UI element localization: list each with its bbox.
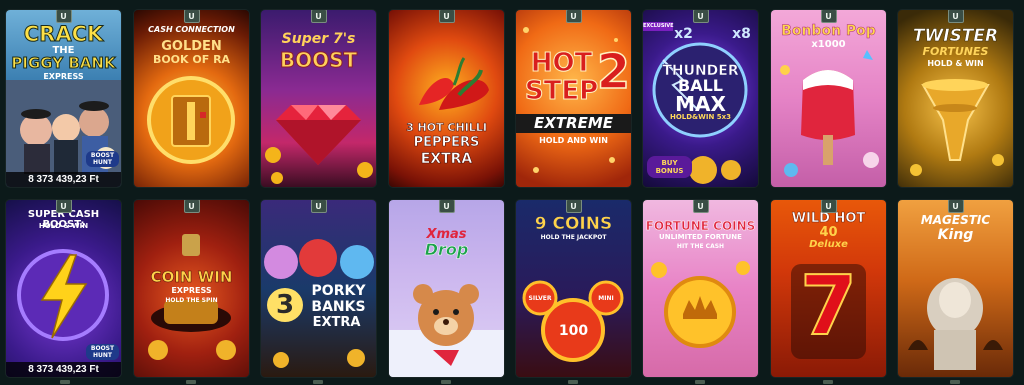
game-title-line3: MAX — [675, 92, 726, 116]
game-tile-wild-hot-40-deluxe[interactable]: U WILD HOT 40 Deluxe 7 — [771, 200, 886, 377]
game-title-line4: HOLD&WIN 5x3 — [669, 113, 732, 121]
game-tile-golden-book-of-ra[interactable]: U CASH CONNECTION GOLDEN BOOK OF RA — [134, 10, 249, 187]
game-title-line2: HOLD & WIN — [38, 222, 89, 230]
provider-badge: U — [692, 200, 709, 213]
game-title-line1: WILD HOT — [791, 211, 866, 226]
game-title-line1: 3 HOT CHILLI — [406, 121, 487, 134]
game-tile-fortune-coins[interactable]: U FORTUNE COINS UNLIMITED FORTUNE HIT TH… — [643, 200, 758, 377]
game-title-line1: Super 7's — [281, 31, 356, 47]
game-tile-crack-the-piggy-bank[interactable]: U CRACK THE PIGGY BANK EXPRESS BOOST HUN… — [6, 10, 121, 187]
game-tile-thunder-ball-max[interactable]: U EXCLUSIVE x2 x8 THUNDER BALL MAX HOLD&… — [643, 10, 758, 187]
coin-label-silver: SILVER — [528, 295, 552, 302]
multiplier-tag: x2 — [674, 26, 693, 42]
game-title-line2: GOLDEN — [161, 39, 222, 54]
provider-badge: U — [947, 200, 964, 213]
game-title-line2: 40 — [819, 225, 838, 240]
provider-badge: U — [820, 10, 837, 23]
game-tile-3-hot-chilli-peppers-extra[interactable]: U 3 HOT CHILLI PEPPERS EXTRA — [389, 10, 504, 187]
boost-hunt-badge: BOOST HUNT — [86, 151, 119, 167]
game-tile-xmas-drop[interactable]: U Xmas Drop — [389, 200, 504, 377]
game-title-line2: x1000 — [811, 39, 846, 50]
game-title-line2: STEP — [524, 76, 599, 106]
game-title-line4: HOLD AND WIN — [539, 136, 608, 145]
provider-badge: U — [820, 200, 837, 213]
game-art — [147, 76, 235, 164]
provider-badge: U — [183, 10, 200, 23]
multiplier-tag: x8 — [732, 26, 751, 42]
game-grid: U CRACK THE PIGGY BANK EXPRESS BOOST HUN… — [0, 0, 1024, 385]
game-tile-twister-fortunes[interactable]: U TWISTER FORTUNES HOLD & WIN — [898, 10, 1013, 187]
boost-hunt-badge: BOOST HUNT — [86, 344, 119, 360]
game-title-line3: BANKS — [311, 299, 366, 315]
game-title-line3: BOOK OF RA — [152, 53, 231, 66]
coin-label-mini: MINI — [598, 295, 614, 302]
game-title-line1: MAGESTIC — [920, 213, 991, 227]
seven-symbol: 7 — [799, 259, 858, 354]
game-tile-super-cash-boost[interactable]: U SUPER CASH BOOST: HOLD & WIN BOOST HUN… — [6, 200, 121, 377]
game-title-line3: PIGGY BANK — [11, 54, 116, 72]
game-title-number: 2 — [596, 44, 631, 100]
coin-label-100: 100 — [558, 323, 589, 339]
game-title-line1: HOT — [530, 48, 593, 78]
game-title-line1: COIN WIN — [150, 268, 233, 286]
game-title-line3: HOLD THE SPIN — [165, 297, 218, 304]
game-tile-hot-step-2-extreme[interactable]: U HOT STEP 2 EXTREME HOLD AND WIN — [516, 10, 631, 187]
provider-badge: U — [310, 200, 327, 213]
game-title-line2: EXPRESS — [171, 286, 212, 295]
game-title-line2: King — [937, 227, 974, 243]
provider-badge: U — [55, 10, 72, 23]
game-tile-coin-win-express[interactable]: U COIN WIN EXPRESS HOLD THE SPIN — [134, 200, 249, 377]
game-tile-magestic-king[interactable]: U MAGESTIC King — [898, 200, 1013, 377]
game-tile-3-porky-banks-extra[interactable]: U 3 PORKY BANKS EXTRA — [261, 200, 376, 377]
game-title-line4: EXPRESS — [43, 72, 84, 81]
game-title-line2: FORTUNES — [922, 45, 989, 58]
game-tile-9-coins[interactable]: U 9 COINS HOLD THE JACKPOT SILVER MINI 1… — [516, 200, 631, 377]
game-title-line4: EXTRA — [312, 315, 361, 330]
game-title-line1: CRACK — [23, 22, 104, 46]
provider-badge: U — [565, 200, 582, 213]
provider-badge: U — [692, 10, 709, 23]
game-title-line3: EXTREME — [516, 114, 631, 133]
game-title-line2: PORKY — [311, 283, 366, 299]
game-title-line2: PEPPERS — [413, 135, 480, 150]
next-row-edge — [0, 379, 1024, 385]
game-title-line3: HIT THE CASH — [676, 243, 725, 250]
game-tile-super-7s-boost[interactable]: U Super 7's BOOST — [261, 10, 376, 187]
buy-bonus-badge: BUY BONUS — [647, 156, 692, 178]
provider-badge: U — [310, 10, 327, 23]
game-tile-bonbon-pop[interactable]: U Bonbon Pop x1000 — [771, 10, 886, 187]
jackpot-amount: 8 373 439,23 Ft — [6, 172, 121, 187]
provider-badge: U — [438, 200, 455, 213]
game-title-line3: HOLD & WIN — [927, 59, 984, 68]
provider-badge: U — [55, 200, 72, 213]
provider-badge: U — [183, 200, 200, 213]
provider-badge: U — [438, 10, 455, 23]
provider-badge: U — [565, 10, 582, 23]
game-title-line1: Bonbon Pop — [781, 23, 876, 39]
provider-badge: U — [947, 10, 964, 23]
game-title-line3: EXTRA — [420, 151, 473, 167]
jackpot-amount: 8 373 439,23 Ft — [6, 362, 121, 377]
game-title-line1: TWISTER — [912, 26, 999, 46]
game-title-line2: UNLIMITED FORTUNE — [659, 233, 742, 241]
game-title-line3: Deluxe — [809, 239, 848, 250]
game-title-line1: FORTUNE COINS — [645, 219, 756, 233]
game-title-line2: Drop — [424, 240, 469, 259]
game-title-line2: BOOST — [279, 48, 358, 72]
game-title-line2: HOLD THE JACKPOT — [540, 234, 607, 241]
game-title-line1: 9 COINS — [534, 214, 613, 234]
game-title-line1: CASH CONNECTION — [148, 25, 235, 34]
